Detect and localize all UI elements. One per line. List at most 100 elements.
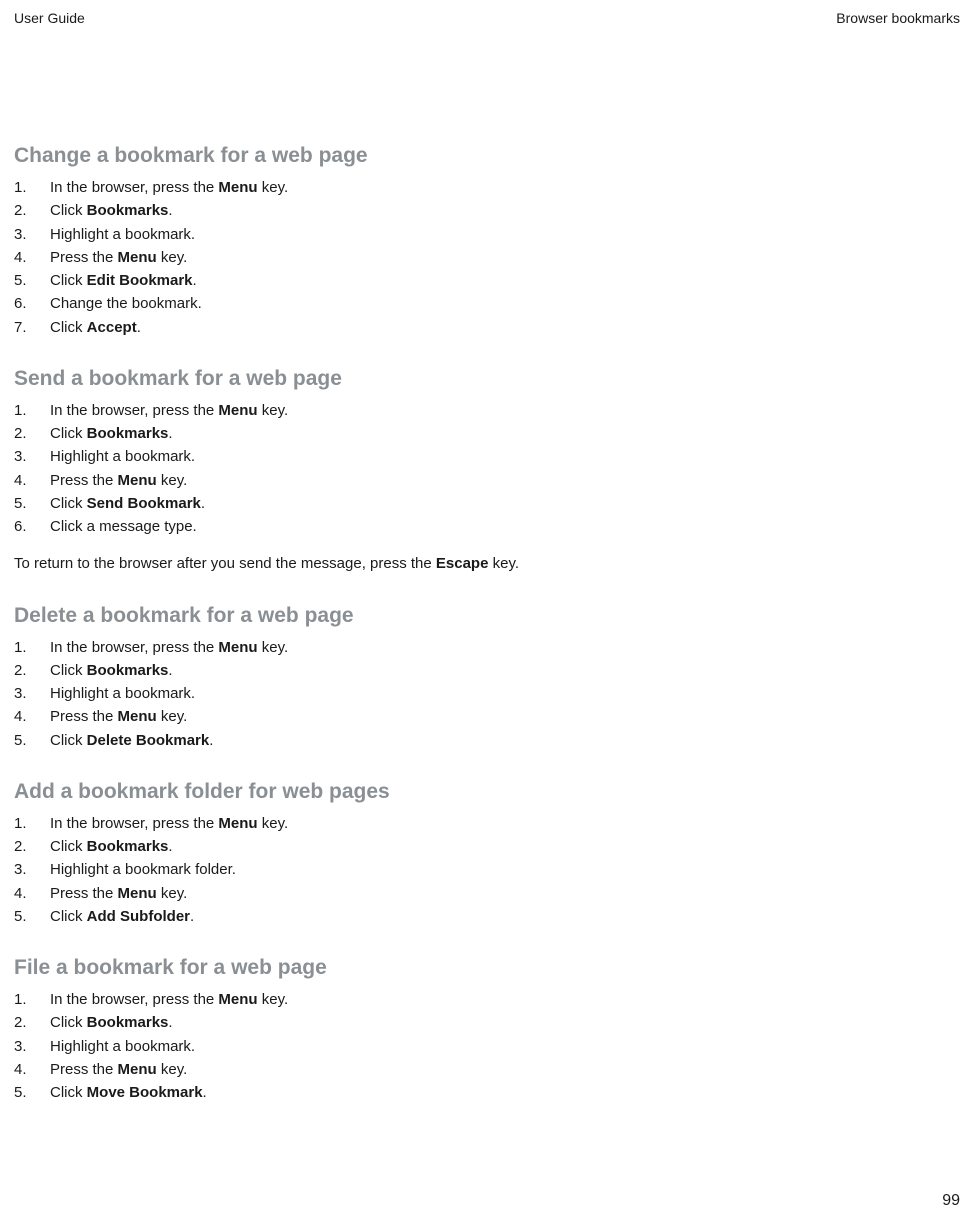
step-text: Highlight a bookmark. — [50, 682, 195, 705]
step-text: Change the bookmark. — [50, 292, 202, 315]
step-number: 5. — [14, 269, 50, 292]
step-number: 2. — [14, 422, 50, 445]
list-item: 6.Click a message type. — [14, 515, 960, 538]
step-text: Click Edit Bookmark. — [50, 269, 197, 292]
steps-list: 1.In the browser, press the Menu key.2.C… — [14, 636, 960, 752]
step-text: Press the Menu key. — [50, 882, 187, 905]
list-item: 3.Highlight a bookmark. — [14, 682, 960, 705]
list-item: 2.Click Bookmarks. — [14, 422, 960, 445]
steps-list: 1.In the browser, press the Menu key.2.C… — [14, 988, 960, 1104]
step-text: Press the Menu key. — [50, 469, 187, 492]
list-item: 4.Press the Menu key. — [14, 469, 960, 492]
list-item: 4.Press the Menu key. — [14, 882, 960, 905]
step-number: 4. — [14, 1058, 50, 1081]
step-text: Click Bookmarks. — [50, 199, 173, 222]
step-number: 5. — [14, 492, 50, 515]
list-item: 3.Highlight a bookmark. — [14, 445, 960, 468]
list-item: 5.Click Delete Bookmark. — [14, 729, 960, 752]
step-text: Click Delete Bookmark. — [50, 729, 213, 752]
step-number: 5. — [14, 1081, 50, 1104]
step-text: Click Send Bookmark. — [50, 492, 205, 515]
list-item: 6.Change the bookmark. — [14, 292, 960, 315]
step-number: 6. — [14, 515, 50, 538]
step-number: 1. — [14, 636, 50, 659]
step-number: 4. — [14, 882, 50, 905]
step-text: In the browser, press the Menu key. — [50, 812, 288, 835]
step-number: 1. — [14, 988, 50, 1011]
steps-list: 1.In the browser, press the Menu key.2.C… — [14, 176, 960, 339]
header-right: Browser bookmarks — [836, 10, 960, 26]
steps-list: 1.In the browser, press the Menu key.2.C… — [14, 399, 960, 539]
step-number: 4. — [14, 469, 50, 492]
list-item: 1.In the browser, press the Menu key. — [14, 176, 960, 199]
step-number: 3. — [14, 682, 50, 705]
list-item: 4.Press the Menu key. — [14, 246, 960, 269]
list-item: 1.In the browser, press the Menu key. — [14, 399, 960, 422]
step-text: Click Bookmarks. — [50, 422, 173, 445]
step-number: 7. — [14, 316, 50, 339]
step-text: In the browser, press the Menu key. — [50, 636, 288, 659]
list-item: 2.Click Bookmarks. — [14, 835, 960, 858]
step-text: Press the Menu key. — [50, 246, 187, 269]
step-text: In the browser, press the Menu key. — [50, 176, 288, 199]
page-header: User Guide Browser bookmarks — [14, 10, 960, 26]
list-item: 5.Click Send Bookmark. — [14, 492, 960, 515]
section-heading: Add a bookmark folder for web pages — [14, 780, 960, 804]
step-text: Click Add Subfolder. — [50, 905, 194, 928]
step-text: In the browser, press the Menu key. — [50, 399, 288, 422]
list-item: 2.Click Bookmarks. — [14, 659, 960, 682]
header-left: User Guide — [14, 10, 85, 26]
step-text: Press the Menu key. — [50, 1058, 187, 1081]
step-number: 1. — [14, 812, 50, 835]
step-number: 3. — [14, 445, 50, 468]
list-item: 2.Click Bookmarks. — [14, 1011, 960, 1034]
page-content: Change a bookmark for a web page1.In the… — [14, 144, 960, 1104]
step-text: Highlight a bookmark. — [50, 445, 195, 468]
step-number: 2. — [14, 1011, 50, 1034]
section-heading: Delete a bookmark for a web page — [14, 604, 960, 628]
step-number: 1. — [14, 176, 50, 199]
step-number: 5. — [14, 729, 50, 752]
list-item: 3.Highlight a bookmark folder. — [14, 858, 960, 881]
step-number: 1. — [14, 399, 50, 422]
list-item: 7.Click Accept. — [14, 316, 960, 339]
step-number: 2. — [14, 199, 50, 222]
section-heading: Send a bookmark for a web page — [14, 367, 960, 391]
list-item: 4.Press the Menu key. — [14, 705, 960, 728]
step-number: 3. — [14, 1035, 50, 1058]
step-text: Highlight a bookmark. — [50, 1035, 195, 1058]
list-item: 4.Press the Menu key. — [14, 1058, 960, 1081]
step-text: Highlight a bookmark folder. — [50, 858, 236, 881]
section-heading: Change a bookmark for a web page — [14, 144, 960, 168]
page-number: 99 — [942, 1192, 960, 1210]
step-text: Click Bookmarks. — [50, 1011, 173, 1034]
step-text: Click Bookmarks. — [50, 835, 173, 858]
list-item: 3.Highlight a bookmark. — [14, 1035, 960, 1058]
step-text: Click Move Bookmark. — [50, 1081, 207, 1104]
step-text: Press the Menu key. — [50, 705, 187, 728]
step-text: Click Bookmarks. — [50, 659, 173, 682]
step-number: 3. — [14, 223, 50, 246]
list-item: 2.Click Bookmarks. — [14, 199, 960, 222]
list-item: 5.Click Add Subfolder. — [14, 905, 960, 928]
step-number: 2. — [14, 659, 50, 682]
section-heading: File a bookmark for a web page — [14, 956, 960, 980]
list-item: 1.In the browser, press the Menu key. — [14, 812, 960, 835]
step-number: 6. — [14, 292, 50, 315]
section-note: To return to the browser after you send … — [14, 552, 960, 575]
list-item: 1.In the browser, press the Menu key. — [14, 988, 960, 1011]
list-item: 5.Click Edit Bookmark. — [14, 269, 960, 292]
step-number: 5. — [14, 905, 50, 928]
step-text: Highlight a bookmark. — [50, 223, 195, 246]
step-text: In the browser, press the Menu key. — [50, 988, 288, 1011]
step-text: Click a message type. — [50, 515, 197, 538]
step-number: 4. — [14, 705, 50, 728]
list-item: 5.Click Move Bookmark. — [14, 1081, 960, 1104]
list-item: 1.In the browser, press the Menu key. — [14, 636, 960, 659]
step-number: 4. — [14, 246, 50, 269]
step-text: Click Accept. — [50, 316, 141, 339]
list-item: 3.Highlight a bookmark. — [14, 223, 960, 246]
step-number: 3. — [14, 858, 50, 881]
step-number: 2. — [14, 835, 50, 858]
steps-list: 1.In the browser, press the Menu key.2.C… — [14, 812, 960, 928]
